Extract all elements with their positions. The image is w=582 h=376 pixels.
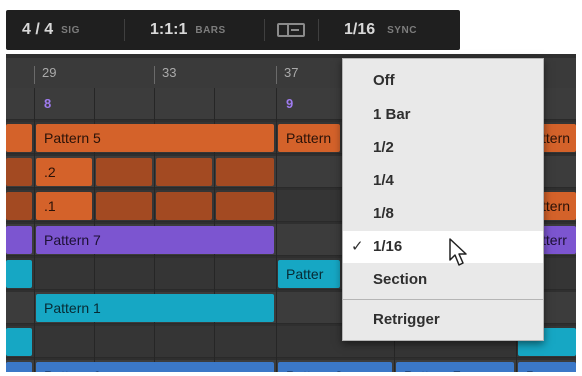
menu-item-1-4[interactable]: 1/4 (343, 165, 543, 197)
sub-pattern-clip[interactable] (156, 192, 212, 220)
signature-value: 4 / 4 (22, 21, 54, 38)
pattern-clip[interactable]: Pattern 3 (278, 362, 392, 372)
menu-item-label: Retrigger (373, 311, 440, 328)
pattern-clip[interactable]: Pattern 5 (36, 124, 274, 152)
clip-stub[interactable] (6, 124, 32, 152)
grid-line (34, 88, 35, 372)
clip-stub[interactable] (6, 158, 32, 186)
ruler-tick (34, 66, 35, 84)
toolbar-divider (318, 19, 319, 41)
sub-pattern-clip[interactable] (216, 192, 274, 220)
menu-item-label: 1 Bar (373, 106, 411, 123)
sync-menu: Off 1 Bar 1/2 1/4 1/8 ✓ 1/16 Section Ret… (342, 58, 544, 341)
menu-item-1-bar[interactable]: 1 Bar (343, 99, 543, 131)
pattern-clip[interactable]: Patter (278, 260, 340, 288)
toolbar: 4 / 4 SIG 1:1:1 BARS 1/16 SYNC (6, 6, 576, 54)
pattern-clip[interactable]: Pattern 7 (36, 226, 274, 254)
sync-label: SYNC (387, 24, 417, 36)
pattern-clip[interactable]: Pattern 6 (36, 362, 274, 372)
follow-playhead-icon[interactable] (277, 23, 305, 37)
bars-value: 1:1:1 (150, 21, 188, 38)
signature-control[interactable]: 4 / 4 SIG (22, 10, 80, 50)
ruler-bar-number: 29 (42, 65, 57, 80)
sub-pattern-clip[interactable] (96, 158, 152, 186)
menu-item-retrigger[interactable]: Retrigger (343, 304, 543, 336)
clip-stub[interactable] (6, 328, 32, 356)
bars-control[interactable]: 1:1:1 BARS (150, 10, 226, 50)
pattern-clip[interactable]: Pattern 7 (396, 362, 514, 372)
sub-pattern-clip[interactable] (216, 158, 274, 186)
menu-divider (343, 299, 543, 300)
clip-stub[interactable] (6, 192, 32, 220)
menu-item-label: 1/8 (373, 205, 394, 222)
sub-pattern-clip[interactable] (156, 158, 212, 186)
scene-number[interactable]: 8 (44, 96, 51, 111)
menu-item-section[interactable]: Section (343, 264, 543, 296)
menu-item-label: Section (373, 271, 428, 288)
toolbar-divider (124, 19, 125, 41)
toolbar-divider (264, 19, 265, 41)
menu-item-off[interactable]: Off (343, 65, 543, 97)
ruler-bar-number: 37 (284, 65, 299, 80)
sub-pattern-clip[interactable] (96, 192, 152, 220)
pattern-clip[interactable]: Pattern (278, 124, 340, 152)
grid-line (276, 88, 277, 372)
bars-label: BARS (195, 24, 226, 36)
sync-control[interactable]: 1/16 SYNC (344, 10, 417, 50)
ruler-bar-number: 33 (162, 65, 177, 80)
menu-item-1-16[interactable]: ✓ 1/16 (343, 231, 543, 263)
sub-pattern-clip[interactable]: .1 (36, 192, 92, 220)
transport-bar: 4 / 4 SIG 1:1:1 BARS 1/16 SYNC (6, 10, 460, 50)
menu-item-label: 1/2 (373, 139, 394, 156)
ruler-tick (154, 66, 155, 84)
scene-number[interactable]: 9 (286, 96, 293, 111)
menu-item-1-2[interactable]: 1/2 (343, 132, 543, 164)
sub-pattern-clip[interactable]: .2 (36, 158, 92, 186)
menu-item-label: 1/16 (373, 238, 403, 255)
arranger-view: 4 / 4 SIG 1:1:1 BARS 1/16 SYNC 29 33 37 (6, 6, 576, 372)
ruler-tick (276, 66, 277, 84)
menu-item-label: 1/4 (373, 172, 394, 189)
pattern-clip[interactable]: 5 (518, 362, 576, 372)
clip-stub[interactable] (6, 226, 32, 254)
clip-stub[interactable] (6, 362, 32, 372)
pattern-clip[interactable]: Pattern 1 (36, 294, 274, 322)
sync-value: 1/16 (344, 21, 376, 38)
menu-item-1-8[interactable]: 1/8 (343, 198, 543, 230)
signature-label: SIG (61, 24, 80, 36)
mouse-pointer-icon (449, 238, 467, 266)
checkmark-icon: ✓ (351, 238, 364, 255)
menu-item-label: Off (373, 72, 395, 89)
clip-stub[interactable] (6, 260, 32, 288)
